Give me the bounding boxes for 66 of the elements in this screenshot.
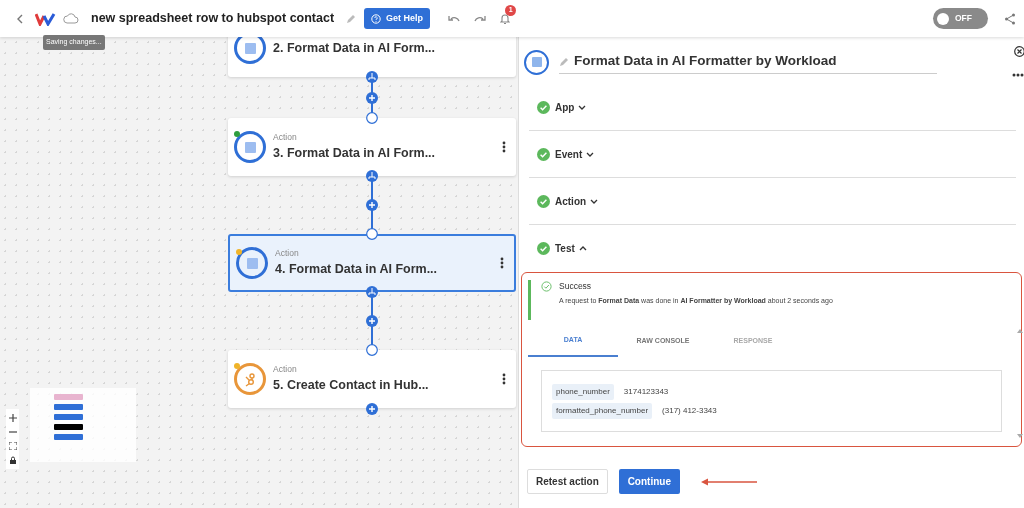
zoom-out-icon[interactable] <box>8 428 17 436</box>
ai-formatter-icon <box>234 131 266 163</box>
step-title: 4. Format Data in AI Form... <box>275 261 439 278</box>
branch-handle-icon[interactable] <box>366 170 378 182</box>
step-card[interactable]: Action 5. Create Contact in Hub... <box>228 350 516 408</box>
ai-formatter-icon <box>524 49 549 75</box>
step-title: 3. Format Data in AI Form... <box>273 145 437 162</box>
step-type-label: Action <box>273 363 298 376</box>
pencil-icon <box>559 56 569 67</box>
connector-node <box>366 112 378 124</box>
add-step-button[interactable] <box>366 315 378 327</box>
more-options-icon[interactable] <box>500 257 504 269</box>
workflow-title: new spreadsheet row to hubspot contact <box>91 10 335 28</box>
zoom-in-icon[interactable] <box>8 414 17 422</box>
connector-node <box>366 228 378 240</box>
add-step-button[interactable] <box>366 199 378 211</box>
add-step-button[interactable] <box>366 403 378 415</box>
branch-handle-icon[interactable] <box>366 71 378 83</box>
more-options-icon[interactable] <box>1012 73 1024 77</box>
chevron-icon <box>578 103 587 111</box>
undo-icon[interactable] <box>448 14 461 23</box>
section-toggle[interactable]: Test <box>555 241 587 256</box>
hub-glyph-icon <box>243 371 257 387</box>
lock-icon[interactable] <box>8 456 17 464</box>
redo-icon[interactable] <box>474 14 487 23</box>
more-options-icon[interactable] <box>502 373 506 385</box>
scroll-down-icon[interactable] <box>1017 434 1023 439</box>
step-card[interactable]: Action 4. Format Data in AI Form... <box>228 234 516 292</box>
status-title: Success <box>559 280 592 293</box>
field-key: phone_number <box>552 384 614 400</box>
help-icon <box>371 13 382 24</box>
add-step-button[interactable] <box>366 92 378 104</box>
field-value: 3174123343 <box>623 386 669 398</box>
field-value: (317) 412-3343 <box>662 405 717 417</box>
continue-button[interactable]: Continue <box>618 469 680 494</box>
cloud-icon <box>63 13 79 24</box>
step-title: 2. Format Data in AI Form... <box>273 39 437 57</box>
step-title: 5. Create Contact in Hub... <box>273 377 430 394</box>
fit-view-icon[interactable] <box>8 442 17 450</box>
retest-button[interactable]: Retest action <box>527 469 608 494</box>
step-card[interactable]: Action 3. Format Data in AI Form... <box>228 118 516 176</box>
ai-formatter-icon <box>234 37 266 64</box>
chevron-icon <box>590 197 599 205</box>
success-icon <box>541 280 552 292</box>
chevron-icon <box>578 245 587 252</box>
section-toggle[interactable]: App <box>555 99 587 115</box>
connector-node <box>366 344 378 356</box>
more-options-icon[interactable] <box>502 141 506 153</box>
step-type-label: Action <box>275 247 300 260</box>
field-key: formatted_phone_number <box>552 403 653 419</box>
step-card[interactable]: 2. Format Data in AI Form... <box>228 37 516 77</box>
bell-icon[interactable] <box>500 12 511 25</box>
branch-handle-icon[interactable] <box>366 286 378 298</box>
arrow-annotation <box>700 477 757 486</box>
back-icon[interactable] <box>15 13 25 24</box>
logo-icon <box>35 11 57 26</box>
scroll-up-icon[interactable] <box>1017 328 1023 333</box>
section-toggle[interactable]: Action <box>555 193 599 209</box>
close-icon[interactable] <box>1014 46 1024 57</box>
step-name-field[interactable]: Format Data in AI Formatter by Workload <box>559 50 937 74</box>
get-help-button[interactable]: Get Help <box>364 8 431 29</box>
section-toggle[interactable]: Event <box>555 146 595 162</box>
share-icon[interactable] <box>1004 12 1016 25</box>
step-type-label: Action <box>273 131 298 144</box>
chevron-icon <box>586 150 595 158</box>
ai-formatter-icon <box>236 247 268 279</box>
